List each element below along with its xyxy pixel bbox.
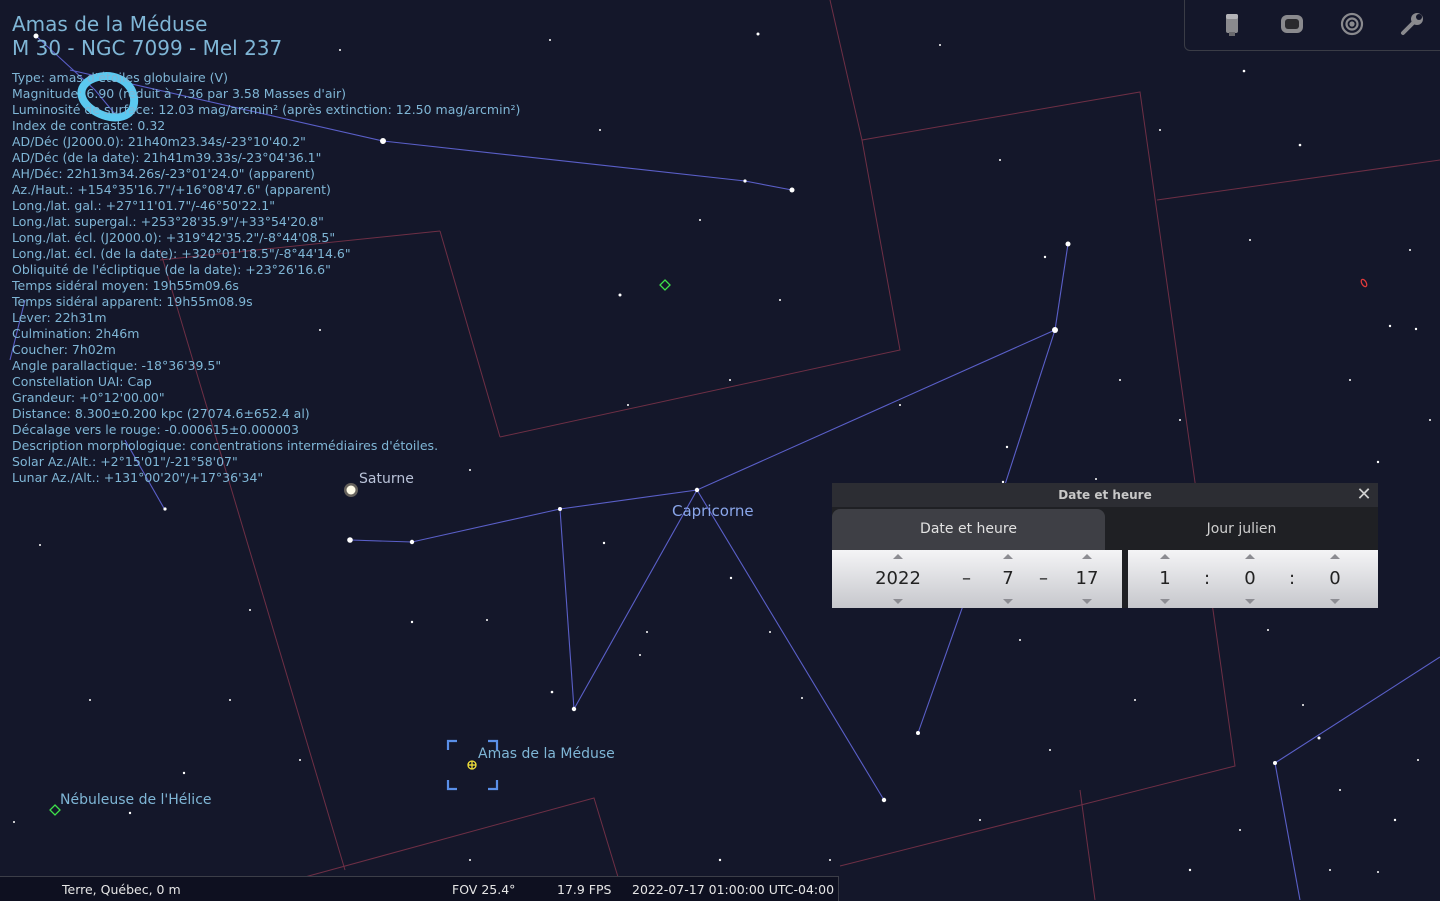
info-line: Az./Haut.: +154°35'16.7"/+16°08'47.6" (a… (12, 182, 331, 197)
info-line: Temps sidéral apparent: 19h55m08.9s (12, 294, 253, 309)
info-line: Solar Az./Alt.: +2°15'01"/-21°58'07" (12, 454, 238, 469)
info-line: Long./lat. écl. (de la date): +320°01'18… (12, 246, 351, 261)
day-down-icon[interactable] (1082, 599, 1092, 604)
date-time-dialog: Date et heure ✕ Date et heure Jour julie… (832, 483, 1378, 608)
info-line: Long./lat. écl. (J2000.0): +319°42'35.2"… (12, 230, 336, 245)
date-separator: – (962, 568, 971, 589)
info-line: Magnitude: 6.90 (réduit à 7.36 par 3.58 … (12, 86, 346, 101)
info-line: Description morphologique: concentration… (12, 438, 439, 453)
day-up-icon[interactable] (1082, 554, 1092, 559)
object-designations: M 30 - NGC 7099 - Mel 237 (12, 36, 283, 60)
info-line: Grandeur: +0°12'00.00" (12, 390, 165, 405)
year-up-icon[interactable] (893, 554, 903, 559)
label-capricorn[interactable]: Capricorne (672, 502, 754, 520)
label-helix[interactable]: Nébuleuse de l'Hélice (60, 792, 212, 808)
minute-down-icon[interactable] (1245, 599, 1255, 604)
label-cluster[interactable]: Amas de la Méduse (478, 746, 615, 762)
telescope-icon[interactable] (1216, 9, 1248, 39)
info-line: Culmination: 2h46m (12, 326, 140, 341)
month-down-icon[interactable] (1003, 599, 1013, 604)
month-spinbox[interactable]: 7 (993, 568, 1023, 589)
minute-spinbox[interactable]: 0 (1235, 568, 1265, 589)
date-time-row: 2022 – 7 – 17 1 : 0 : 0 (832, 550, 1378, 608)
info-line: Coucher: 7h02m (12, 342, 116, 357)
info-line: Long./lat. supergal.: +253°28'35.9"/+33°… (12, 214, 324, 229)
sensor-icon[interactable] (1336, 9, 1368, 39)
info-line: Décalage vers le rouge: -0.000615±0.0000… (12, 422, 299, 437)
date-separator: – (1039, 568, 1048, 589)
close-icon[interactable]: ✕ (1354, 483, 1374, 507)
wrench-icon[interactable] (1396, 9, 1428, 39)
time-panel: 1 : 0 : 0 (1128, 550, 1378, 608)
top-right-toolbar (1184, 0, 1440, 51)
info-line: Index de contraste: 0.32 (12, 118, 166, 133)
day-spinbox[interactable]: 17 (1070, 568, 1104, 589)
info-line: Luminosité de surface: 12.03 mag/arcmin²… (12, 102, 521, 117)
info-line: Temps sidéral moyen: 19h55m09.6s (12, 278, 239, 293)
time-separator: : (1204, 568, 1211, 589)
info-line: Long./lat. gal.: +27°11'01.7"/-46°50'22.… (12, 198, 275, 213)
status-fov: FOV 25.4° (452, 882, 516, 897)
hour-down-icon[interactable] (1160, 599, 1170, 604)
object-info-panel: Amas de la Méduse M 30 - NGC 7099 - Mel … (12, 12, 520, 486)
info-line: AD/Déc (J2000.0): 21h40m23.34s/-23°10'40… (12, 134, 306, 149)
dialog-title: Date et heure (1058, 488, 1152, 502)
info-line: AH/Déc: 22h13m34.26s/-23°01'24.0" (appar… (12, 166, 315, 181)
info-line: Type: amas d'étoiles globulaire (V) (12, 70, 228, 85)
year-down-icon[interactable] (893, 599, 903, 604)
status-location[interactable]: Terre, Québec, 0 m (62, 882, 181, 897)
status-datetime[interactable]: 2022-07-17 01:00:00 UTC-04:00 (632, 882, 834, 897)
tab-julian-day[interactable]: Jour julien (1105, 509, 1378, 550)
tab-date-time[interactable]: Date et heure (832, 509, 1105, 550)
month-up-icon[interactable] (1003, 554, 1013, 559)
dialog-titlebar[interactable]: Date et heure ✕ (832, 483, 1378, 507)
second-down-icon[interactable] (1330, 599, 1340, 604)
second-up-icon[interactable] (1330, 554, 1340, 559)
dialog-tabs: Date et heure Jour julien (832, 507, 1378, 550)
cluster-marker[interactable] (467, 760, 477, 770)
status-bar: Terre, Québec, 0 m FOV 25.4° 17.9 FPS 20… (0, 876, 839, 901)
hour-up-icon[interactable] (1160, 554, 1170, 559)
info-line: Constellation UAI: Cap (12, 374, 152, 389)
status-fps: 17.9 FPS (557, 882, 612, 897)
info-line: Lunar Az./Alt.: +131°00'20"/+17°36'34" (12, 470, 264, 485)
object-title: Amas de la Méduse (12, 12, 208, 36)
info-line: Distance: 8.300±0.200 kpc (27074.6±652.4… (12, 406, 310, 421)
object-details: Type: amas d'étoiles globulaire (V) Magni… (12, 70, 520, 486)
time-separator: : (1289, 568, 1296, 589)
info-line: AD/Déc (de la date): 21h41m39.33s/-23°04… (12, 150, 322, 165)
info-line: Obliquité de l'écliptique (de la date): … (12, 262, 331, 277)
year-spinbox[interactable]: 2022 (868, 568, 928, 589)
date-panel: 2022 – 7 – 17 (832, 550, 1122, 608)
info-line: Angle parallactique: -18°36'39.5" (12, 358, 222, 373)
minute-up-icon[interactable] (1245, 554, 1255, 559)
ocular-icon[interactable] (1276, 9, 1308, 39)
hour-spinbox[interactable]: 1 (1150, 568, 1180, 589)
info-line: Lever: 22h31m (12, 310, 107, 325)
second-spinbox[interactable]: 0 (1320, 568, 1350, 589)
